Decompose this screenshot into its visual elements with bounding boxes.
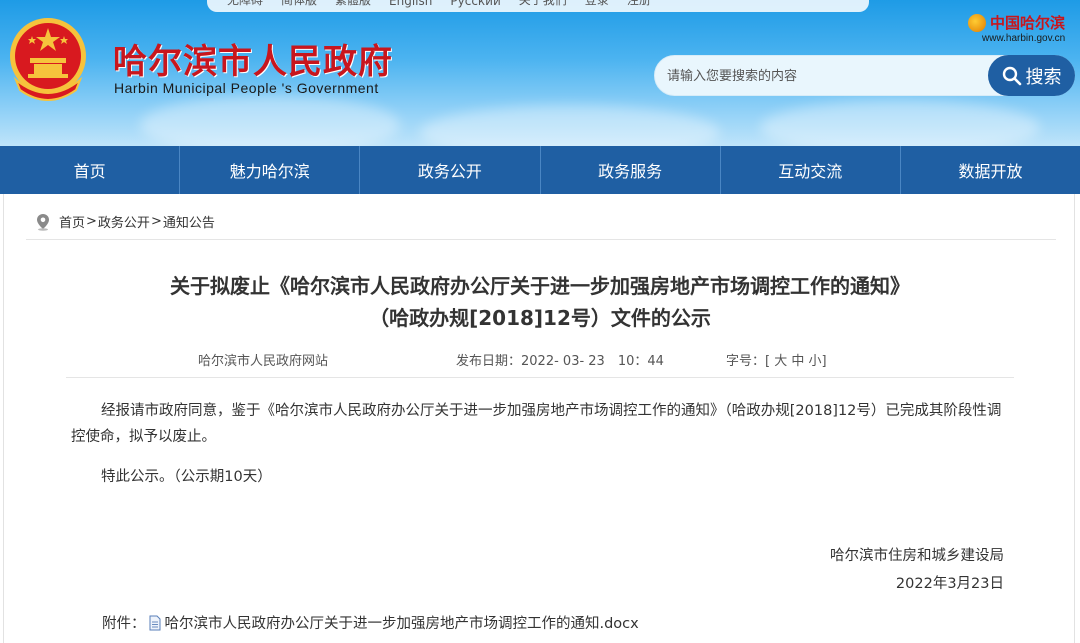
- site-subtitle: Harbin Municipal People 's Government: [114, 80, 379, 96]
- topbar-link[interactable]: 登录: [585, 0, 609, 8]
- breadcrumb-gov-affairs[interactable]: 政务公开: [98, 212, 150, 231]
- site-header: 无障碍 简体版 繁體版 English Русский 关于我们 登录 注册 哈…: [0, 0, 1080, 146]
- font-size-large-button[interactable]: 大: [774, 354, 787, 369]
- topbar-link[interactable]: 简体版: [281, 0, 317, 8]
- document-title-line1: 关于拟废止《哈尔滨市人民政府办公厅关于进一步加强房地产市场调控工作的通知》: [170, 274, 910, 298]
- document-source: 哈尔滨市人民政府网站: [198, 354, 329, 369]
- document-title: 关于拟废止《哈尔滨市人民政府办公厅关于进一步加强房地产市场调控工作的通知》 （哈…: [4, 270, 1076, 334]
- signature-org: 哈尔滨市住房和城乡建设局: [830, 548, 1004, 564]
- breadcrumb-home[interactable]: 首页: [59, 212, 85, 231]
- header-cloud-decoration: [760, 100, 1040, 146]
- nav-item-charm-harbin[interactable]: 魅力哈尔滨: [180, 146, 361, 194]
- topbar-link[interactable]: English: [389, 0, 432, 8]
- topbar-link[interactable]: 关于我们: [519, 0, 567, 8]
- nav-item-interaction[interactable]: 互动交流: [721, 146, 901, 194]
- publish-date-label: 发布日期：: [456, 354, 522, 369]
- meta-divider: [66, 377, 1014, 378]
- attachment-link[interactable]: 哈尔滨市人民政府办公厅关于进一步加强房地产市场调控工作的通知.docx: [165, 612, 639, 633]
- article-container: 首页 > 政务公开 > 通知公告 关于拟废止《哈尔滨市人民政府办公厅关于进一步加…: [3, 194, 1075, 643]
- location-pin-icon: [37, 213, 49, 231]
- nav-item-gov-services[interactable]: 政务服务: [541, 146, 721, 194]
- header-cloud-decoration: [140, 95, 400, 146]
- breadcrumb-divider: [26, 239, 1056, 240]
- main-nav: 首页 魅力哈尔滨 政务公开 政务服务 互动交流 数据开放: [0, 146, 1080, 194]
- brand-logo-text: 中国哈尔滨: [990, 14, 1066, 32]
- header-cloud-decoration: [420, 105, 720, 146]
- brand-mark-icon: [968, 13, 986, 32]
- breadcrumb-notices[interactable]: 通知公告: [163, 212, 215, 231]
- topbar-link[interactable]: 无障碍: [227, 0, 263, 8]
- nav-item-open-data[interactable]: 数据开放: [901, 146, 1080, 194]
- body-paragraph: 经报请市政府同意，鉴于《哈尔滨市人民政府办公厅关于进一步加强房地产市场调控工作的…: [71, 403, 1002, 445]
- nav-item-gov-affairs-public[interactable]: 政务公开: [360, 146, 541, 194]
- font-size-label: 字号：[: [726, 354, 771, 369]
- breadcrumb: 首页 > 政务公开 > 通知公告: [34, 212, 215, 231]
- publish-date: 发布日期：2022- 03- 23 10：44: [456, 350, 664, 369]
- harbin-brand-logo[interactable]: 中国哈尔滨: [968, 12, 1065, 33]
- search-icon: [1002, 66, 1021, 85]
- nav-item-home[interactable]: 首页: [0, 146, 181, 194]
- search-button-label: 搜索: [1025, 66, 1062, 88]
- signature-date: 2022年3月23日: [895, 576, 1004, 592]
- font-size-medium-button[interactable]: 中: [791, 354, 804, 369]
- topbar-link[interactable]: 注册: [627, 0, 651, 8]
- brand-url: www.harbin.gov.cn: [982, 33, 1066, 44]
- search-button[interactable]: 搜索: [988, 55, 1075, 96]
- breadcrumb-separator: >: [150, 214, 162, 229]
- breadcrumb-separator: >: [86, 214, 97, 229]
- font-size-close: ]: [821, 354, 827, 369]
- font-size-control: 字号：[ 大 中 小]: [726, 350, 827, 369]
- document-file-icon: [149, 615, 160, 630]
- attachment-label: 附件：: [102, 616, 146, 632]
- top-utility-bar: 无障碍 简体版 繁體版 English Русский 关于我们 登录 注册: [207, 0, 869, 12]
- body-paragraph: 特此公示。（公示期10天）: [101, 469, 272, 485]
- topbar-link[interactable]: 繁體版: [335, 0, 371, 8]
- attachment: 附件： 哈尔滨市人民政府办公厅关于进一步加强房地产市场调控工作的通知.docx: [102, 612, 639, 633]
- document-title-line2: （哈政办规[2018]12号）文件的公示: [369, 306, 711, 330]
- font-size-small-button[interactable]: 小: [809, 354, 822, 369]
- publish-date-value: 2022- 03- 23 10：44: [521, 354, 664, 369]
- topbar-link[interactable]: Русский: [450, 0, 500, 8]
- site-title: 哈尔滨市人民政府: [113, 42, 393, 82]
- national-emblem-icon: [10, 18, 86, 101]
- search-input[interactable]: [667, 64, 987, 88]
